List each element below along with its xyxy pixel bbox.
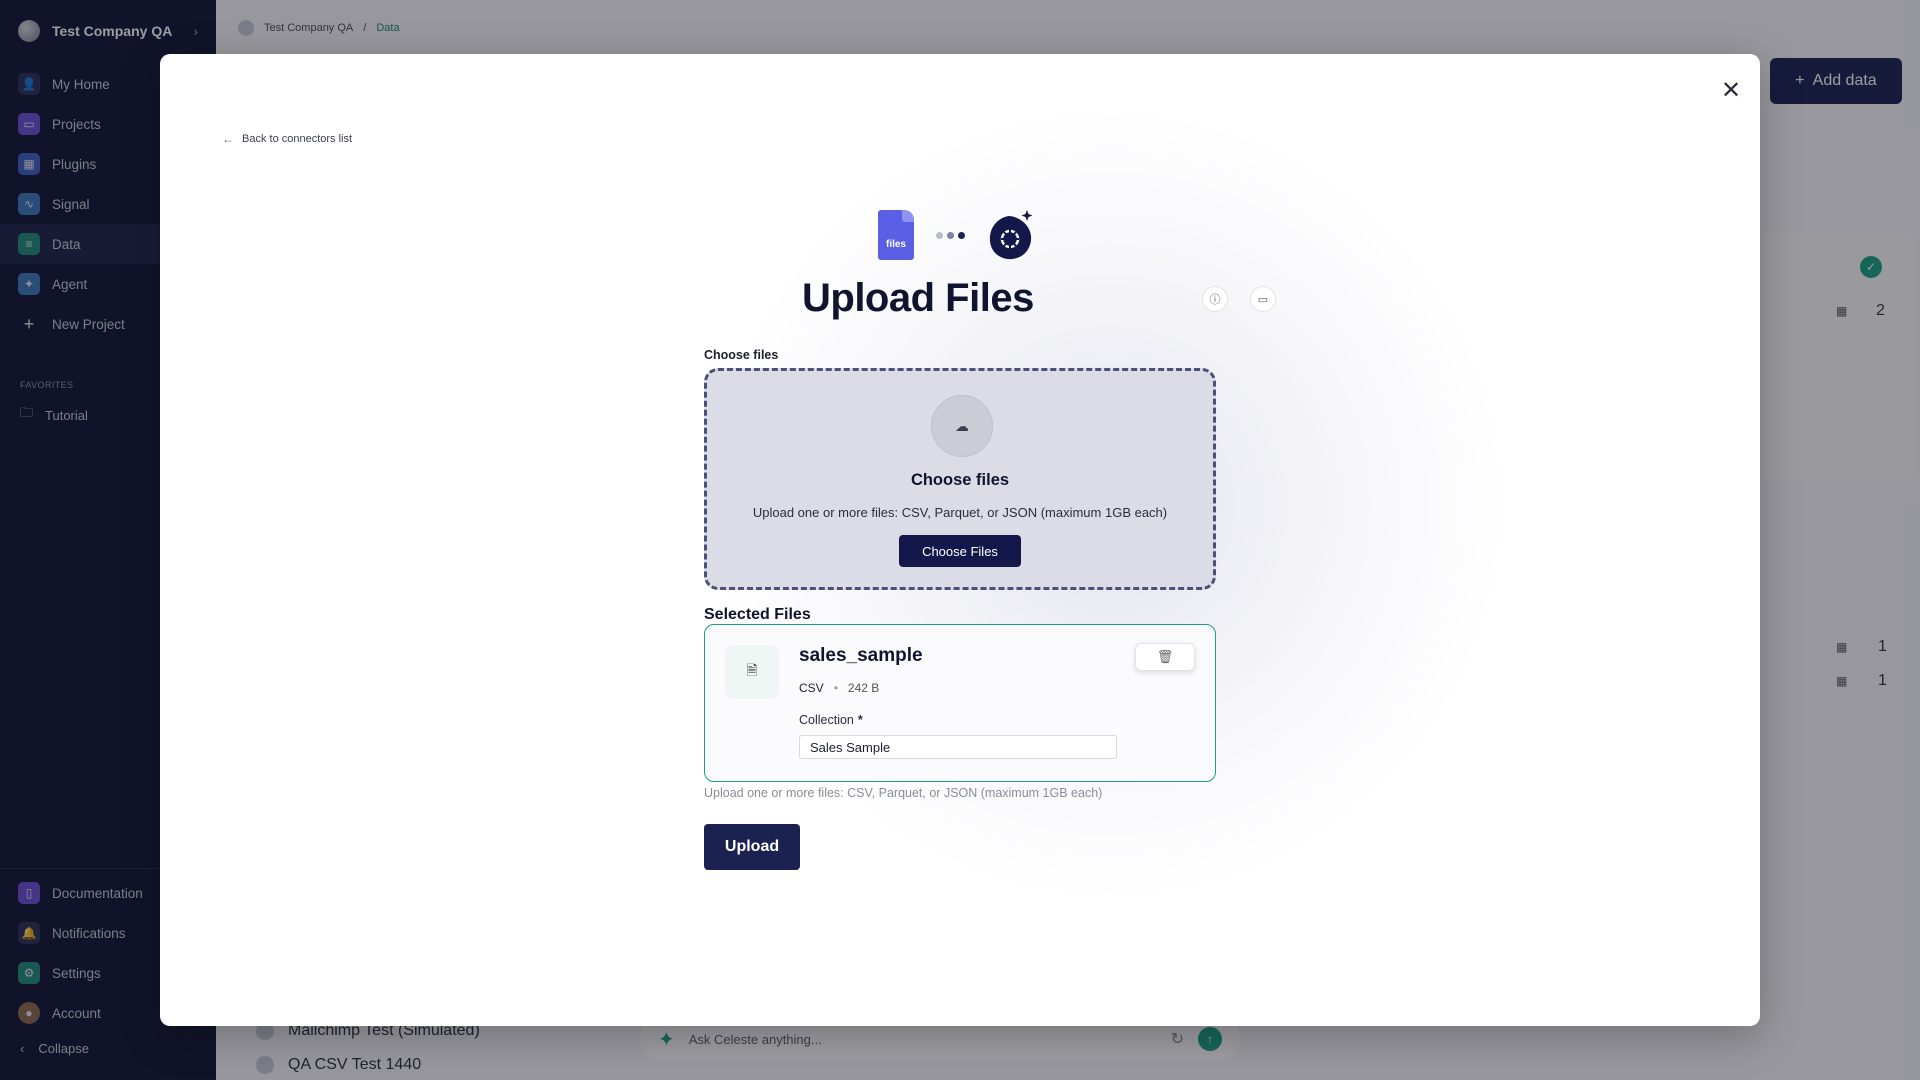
trash-icon: 🗑 <box>1156 649 1174 664</box>
collection-label: Collection * <box>799 713 863 727</box>
files-logo-text: files <box>885 239 906 250</box>
file-meta: CSV • 242 B <box>799 681 879 695</box>
arrow-left-icon: ← <box>222 132 234 146</box>
file-icon: 🗎 <box>725 645 779 699</box>
files-logo-icon: files <box>878 210 914 260</box>
choose-files-button[interactable]: Choose Files <box>899 535 1021 567</box>
required-mark: * <box>857 713 863 727</box>
dropzone-title: Choose files <box>910 471 1010 489</box>
selected-file-card: 🗎 sales_sample CSV • 242 B Collection* 🗑 <box>704 624 1216 782</box>
choose-files-label: Choose files <box>704 348 779 362</box>
connector-logos: files <box>878 208 1035 262</box>
back-link-label: Back to connectors list <box>242 133 353 145</box>
collection-input[interactable] <box>799 735 1117 759</box>
page-title: Upload Files <box>802 276 1034 320</box>
close-button[interactable]: ✕ <box>1716 76 1746 106</box>
brand-logo-icon <box>989 210 1033 260</box>
file-name: sales_sample <box>799 645 923 666</box>
video-icon[interactable]: ▭ <box>1250 286 1276 312</box>
selected-files-heading: Selected Files <box>704 606 811 623</box>
file-dropzone[interactable]: ☁ Choose files Upload one or more files:… <box>704 368 1216 590</box>
remove-file-button[interactable]: 🗑 <box>1135 643 1195 671</box>
dropzone-subtitle: Upload one or more files: CSV, Parquet, … <box>752 505 1168 520</box>
info-icon[interactable]: ⓘ <box>1202 286 1228 312</box>
upload-hint: Upload one or more files: CSV, Parquet, … <box>704 786 1103 800</box>
connecting-dots-icon <box>936 231 965 239</box>
collection-label-text: Collection <box>799 713 854 727</box>
upload-files-modal: ✕ ← Back to connectors list files Upload… <box>160 54 1760 1026</box>
upload-button[interactable]: Upload <box>704 824 800 870</box>
dot-icon <box>936 231 943 239</box>
dot-icon <box>958 231 965 239</box>
meta-separator: • <box>833 681 838 695</box>
file-size: 242 B <box>847 681 880 695</box>
back-to-connectors-link[interactable]: ← Back to connectors list <box>222 132 352 146</box>
dot-icon <box>947 231 954 239</box>
file-type: CSV <box>799 681 824 695</box>
cloud-upload-icon: ☁ <box>931 395 993 457</box>
